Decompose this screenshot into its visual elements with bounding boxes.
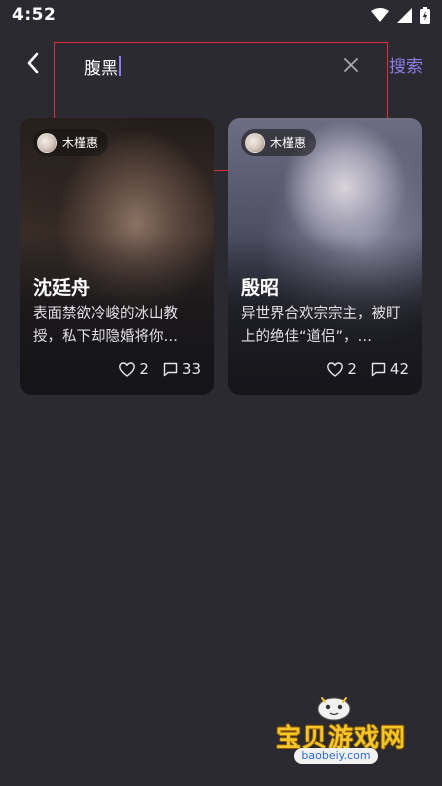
author-chip[interactable]: 木槿惠 xyxy=(241,129,317,156)
heart-icon xyxy=(119,361,136,377)
signal-icon xyxy=(397,7,412,23)
search-button[interactable]: 搜索 xyxy=(389,52,423,77)
author-name: 木槿惠 xyxy=(62,136,99,150)
comments-count: 33 xyxy=(181,360,201,378)
card-title: 殷昭 xyxy=(241,277,280,299)
search-bar: 腹黑 搜索 xyxy=(0,40,442,88)
status-bar: 4:52 xyxy=(0,0,442,30)
result-card[interactable]: 木槿惠 殷昭 异世界合欢宗宗主，被盯上的绝佳“道侣”，… 2 42 xyxy=(228,118,422,395)
search-input-wrap[interactable]: 腹黑 xyxy=(84,54,121,79)
likes-stat[interactable]: 2 xyxy=(119,360,149,378)
likes-count: 2 xyxy=(139,360,149,378)
comments-count: 42 xyxy=(389,360,409,378)
chevron-left-icon xyxy=(26,52,40,78)
card-description: 表面禁欲冷峻的冰山教授，私下却隐婚将你… xyxy=(33,306,178,345)
search-input[interactable]: 腹黑 xyxy=(84,54,118,79)
comment-icon xyxy=(163,362,178,377)
avatar xyxy=(245,132,265,153)
card-stats: 2 42 xyxy=(327,360,409,378)
likes-stat[interactable]: 2 xyxy=(327,360,357,378)
author-name: 木槿惠 xyxy=(270,136,307,150)
status-time: 4:52 xyxy=(12,5,57,25)
battery-charging-icon xyxy=(420,6,430,24)
wifi-icon xyxy=(371,8,389,22)
comments-stat[interactable]: 33 xyxy=(163,360,201,378)
avatar xyxy=(37,132,57,153)
watermark: 宝贝游戏网 baobeiy.com xyxy=(266,692,416,772)
close-icon xyxy=(344,57,358,76)
text-caret xyxy=(119,56,121,76)
comment-icon xyxy=(371,362,386,377)
heart-icon xyxy=(327,361,344,377)
back-button[interactable] xyxy=(18,50,48,80)
result-card[interactable]: 木槿惠 沈廷舟 表面禁欲冷峻的冰山教授，私下却隐婚将你… 2 33 xyxy=(20,118,214,395)
comments-stat[interactable]: 42 xyxy=(371,360,409,378)
author-chip[interactable]: 木槿惠 xyxy=(33,129,109,156)
watermark-url: baobeiy.com xyxy=(294,748,378,764)
clear-search-button[interactable] xyxy=(340,55,362,77)
search-box[interactable]: 腹黑 xyxy=(64,46,374,86)
card-description: 异世界合欢宗宗主，被盯上的绝佳“道侣”，… xyxy=(241,306,401,345)
status-icons xyxy=(371,6,430,24)
card-stats: 2 33 xyxy=(119,360,201,378)
card-title: 沈廷舟 xyxy=(33,277,91,299)
likes-count: 2 xyxy=(347,360,357,378)
